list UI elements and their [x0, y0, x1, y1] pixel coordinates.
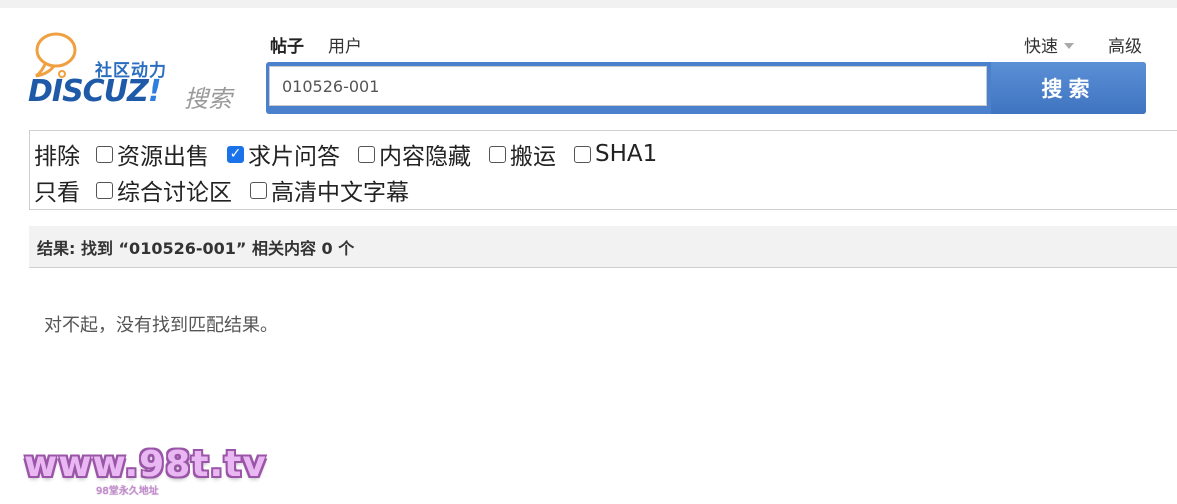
filter-exclude-resource-sale[interactable]: 资源出售 — [96, 137, 209, 171]
search-type-tabs: 帖子 用户 — [270, 32, 386, 57]
exclude-row: 排除 资源出售 ✓ 求片问答 内容隐藏 搬运 SHA1 — [34, 137, 675, 171]
tab-posts[interactable]: 帖子 — [270, 32, 304, 57]
discuz-logo[interactable]: 社区动力 DISCUZ! 搜索 — [28, 30, 248, 113]
quick-search-label: 快速 — [1024, 37, 1058, 57]
result-summary-text: 结果: 找到 “010526-001” 相关内容 0 个 — [37, 238, 355, 258]
advanced-search-link[interactable]: 高级 — [1108, 32, 1142, 57]
watermark-logo: www.98t.tv 98堂永久地址 — [24, 444, 266, 497]
exclude-label: 排除 — [34, 144, 80, 170]
result-summary-bar: 结果: 找到 “010526-001” 相关内容 0 个 — [29, 226, 1177, 268]
logo-search-text: 搜索 — [184, 85, 232, 113]
filter-option-label: 内容隐藏 — [379, 144, 471, 170]
filter-option-label: 资源出售 — [117, 144, 209, 170]
filter-only-discussion[interactable]: 综合讨论区 — [96, 173, 232, 207]
filter-option-label: 综合讨论区 — [117, 180, 232, 206]
filter-panel: 排除 资源出售 ✓ 求片问答 内容隐藏 搬运 SHA1 只看 综合讨论区 高清中… — [29, 130, 1177, 210]
logo-brand-text: DISCUZ — [28, 74, 149, 109]
checkbox-unchecked[interactable] — [96, 145, 113, 163]
search-button[interactable]: 搜索 — [991, 62, 1146, 114]
only-label: 只看 — [34, 180, 80, 206]
chevron-down-icon — [1064, 42, 1074, 49]
filter-exclude-sha1[interactable]: SHA1 — [574, 141, 657, 167]
filter-option-label: SHA1 — [595, 141, 658, 167]
logo-brand-excl: ! — [147, 74, 162, 109]
filter-exclude-repost[interactable]: 搬运 — [489, 137, 556, 171]
only-row: 只看 综合讨论区 高清中文字幕 — [34, 173, 427, 207]
checkbox-unchecked[interactable] — [96, 181, 113, 199]
checkbox-unchecked[interactable] — [489, 145, 506, 163]
search-input[interactable] — [269, 66, 987, 106]
filter-only-hd-subtitles[interactable]: 高清中文字幕 — [250, 173, 409, 207]
quick-search-dropdown[interactable]: 快速 — [1024, 32, 1074, 57]
top-strip — [0, 0, 1177, 8]
checkbox-checked[interactable]: ✓ — [227, 145, 244, 163]
filter-option-label: 高清中文字幕 — [271, 180, 409, 206]
checkbox-unchecked[interactable] — [250, 181, 267, 199]
filter-exclude-request-qa[interactable]: ✓ 求片问答 — [227, 137, 340, 171]
no-results-message: 对不起，没有找到匹配结果。 — [44, 315, 278, 336]
watermark-main-text: www.98t.tv — [24, 444, 267, 485]
logo-brand: DISCUZ! — [28, 74, 161, 109]
filter-option-label: 搬运 — [510, 144, 556, 170]
search-page: 社区动力 DISCUZ! 搜索 帖子 用户 快速 高级 搜索 排除 资源出售 ✓… — [0, 0, 1177, 504]
search-links: 快速 高级 — [1024, 32, 1142, 57]
filter-exclude-hidden-content[interactable]: 内容隐藏 — [358, 137, 471, 171]
checkbox-unchecked[interactable] — [574, 145, 591, 163]
filter-option-label: 求片问答 — [248, 144, 340, 170]
tab-users[interactable]: 用户 — [328, 32, 362, 57]
checkbox-unchecked[interactable] — [358, 145, 375, 163]
search-bar: 搜索 — [266, 62, 1146, 114]
watermark-sub-text: 98堂永久地址 — [96, 486, 159, 497]
